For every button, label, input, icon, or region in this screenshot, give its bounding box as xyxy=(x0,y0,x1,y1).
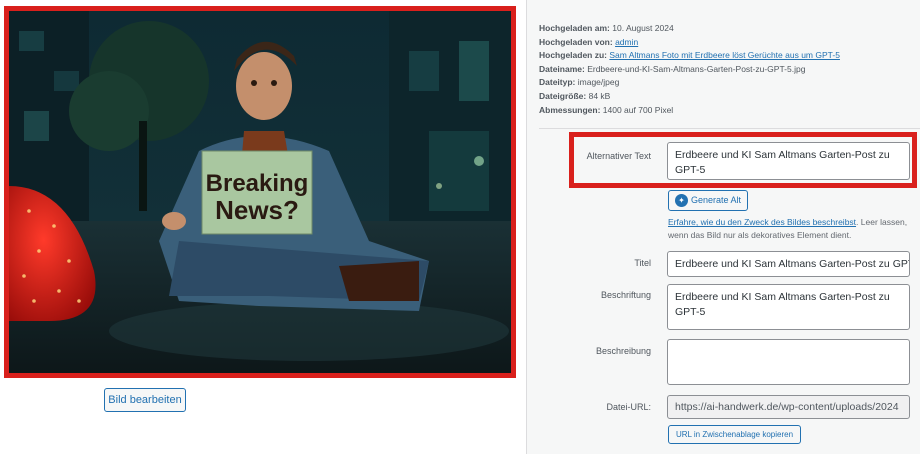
sign-text-line2: News? xyxy=(215,195,299,225)
file-url-field[interactable]: https://ai-handwerk.de/wp-content/upload… xyxy=(667,395,910,419)
description-field[interactable] xyxy=(667,339,910,385)
generate-alt-button[interactable]: ✦ Generate Alt xyxy=(668,190,748,211)
caption-label: Beschriftung xyxy=(600,290,651,300)
filename-label: Dateiname: xyxy=(539,63,585,74)
dimensions-label: Abmessungen: xyxy=(539,104,601,115)
uploaded-on-label: Hochgeladen am: xyxy=(539,23,610,33)
filesize-value: 84 kB xyxy=(588,90,611,101)
attachment-image: Breaking News? xyxy=(4,6,516,378)
sign-text-line1: Breaking xyxy=(206,170,309,197)
uploaded-on-value: 10. August 2024 xyxy=(612,23,674,33)
image-preview-panel: Breaking News? Bild bearbeiten xyxy=(0,0,526,454)
file-url-label: Datei-URL: xyxy=(606,402,651,412)
file-details: Hochgeladen am: 10. August 2024 Hochgela… xyxy=(539,22,915,117)
title-label: Titel xyxy=(634,258,651,268)
caption-field[interactable]: Erdbeere und KI Sam Altmans Garten-Post … xyxy=(667,284,910,330)
alt-help-link[interactable]: Erfahre, wie du den Zweck des Bildes bes… xyxy=(668,217,856,227)
ai-icon: ✦ xyxy=(675,194,688,207)
filename-value: Erdbeere-und-KI-Sam-Altmans-Garten-Post-… xyxy=(587,63,806,74)
details-separator xyxy=(539,128,920,129)
uploaded-to-link[interactable]: Sam Altmans Foto mit Erdbeere löst Gerüc… xyxy=(609,50,840,60)
filesize-label: Dateigröße: xyxy=(539,90,587,101)
uploaded-by-link[interactable]: admin xyxy=(615,37,638,47)
filetype-value: image/jpeg xyxy=(577,77,620,88)
edit-image-button[interactable]: Bild bearbeiten xyxy=(104,388,186,412)
copy-url-button[interactable]: URL in Zwischenablage kopieren xyxy=(668,425,801,444)
uploaded-by-label: Hochgeladen von: xyxy=(539,36,613,47)
description-label: Beschreibung xyxy=(595,346,651,356)
alt-text-highlight xyxy=(569,132,917,188)
title-field[interactable]: Erdbeere und KI Sam Altmans Garten-Post … xyxy=(667,251,910,277)
uploaded-to-label: Hochgeladen zu: xyxy=(539,50,608,61)
attachment-details-panel: Hochgeladen am: 10. August 2024 Hochgela… xyxy=(527,0,920,454)
alt-help-text: Erfahre, wie du den Zweck des Bildes bes… xyxy=(668,216,912,242)
filetype-label: Dateityp: xyxy=(539,77,576,88)
generate-alt-label: Generate Alt xyxy=(691,195,742,205)
dimensions-value: 1400 auf 700 Pixel xyxy=(602,104,674,115)
